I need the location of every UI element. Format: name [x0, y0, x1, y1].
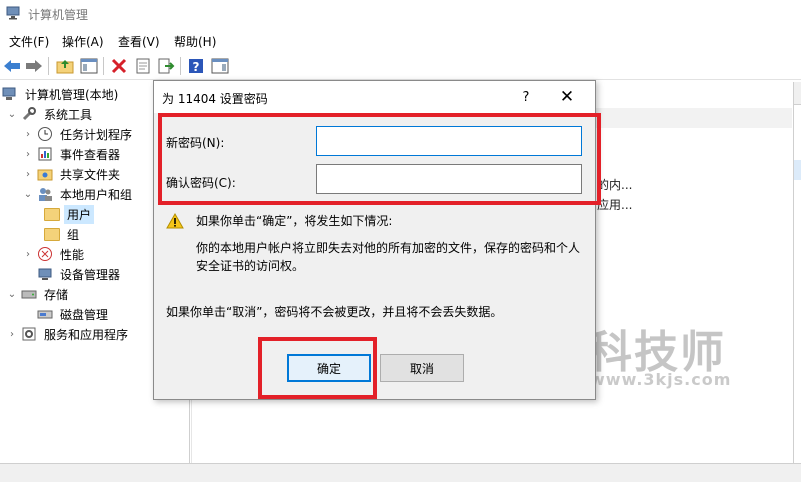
- cancel-button[interactable]: 取消: [380, 354, 464, 382]
- computer-management-app-icon: [6, 6, 22, 20]
- cancel-note: 如果你单击“取消”，密码将不会被更改，并且将不会丢失数据。: [166, 305, 503, 319]
- ok-button[interactable]: 确定: [287, 354, 371, 382]
- list-cell-fragment: 的内...: [597, 178, 633, 192]
- event-viewer-icon: [37, 146, 53, 162]
- tree-item-label: 磁盘管理: [60, 307, 109, 322]
- up-folder-icon[interactable]: [55, 56, 75, 76]
- disk-management-icon: [37, 306, 53, 322]
- device-manager-icon: [37, 266, 53, 282]
- confirm-password-label: 确认密码(C):: [166, 176, 236, 190]
- tree-item-label: 事件查看器: [60, 147, 121, 162]
- actions-pane-selected-row[interactable]: [794, 160, 801, 180]
- tree-item-label: 本地用户和组: [60, 187, 133, 202]
- dialog-help-button[interactable]: ?: [512, 85, 540, 109]
- set-password-dialog: 为 11404 设置密码 ? ✕ 新密码(N): 确认密码(C): 如果你单击“…: [153, 80, 596, 400]
- tree-item-label: 服务和应用程序: [44, 327, 129, 342]
- folder-icon: [44, 206, 60, 222]
- menu-action[interactable]: 操作(A): [62, 33, 104, 50]
- tools-icon: [21, 106, 37, 122]
- back-arrow-icon[interactable]: [2, 56, 22, 76]
- help-icon[interactable]: ?: [186, 56, 206, 76]
- toolbar: ?: [0, 53, 801, 80]
- menu-file[interactable]: 文件(F): [9, 33, 49, 50]
- tree-item-performance[interactable]: › 性能: [22, 244, 87, 264]
- toolbar-separator: [180, 57, 181, 75]
- new-password-label: 新密码(N):: [166, 136, 225, 150]
- actions-pane-header: [794, 82, 801, 105]
- tree-item-label: 组: [67, 227, 80, 242]
- chevron-down-icon[interactable]: ⌄: [22, 189, 34, 200]
- chevron-right-icon[interactable]: ›: [22, 169, 34, 180]
- confirm-password-field[interactable]: [316, 164, 582, 194]
- new-password-field[interactable]: [316, 126, 582, 156]
- tree-item-groups[interactable]: 组: [44, 224, 82, 244]
- menubar: 文件(F) 操作(A) 查看(V) 帮助(H): [0, 30, 801, 52]
- watermark-url: www.3kjs.com: [590, 370, 732, 389]
- chevron-right-icon[interactable]: ›: [6, 329, 18, 340]
- warning-icon: [166, 212, 184, 229]
- menu-help[interactable]: 帮助(H): [174, 33, 216, 50]
- tree-item-label: 系统工具: [44, 107, 93, 122]
- list-cell-fragment: 应用...: [597, 198, 633, 212]
- tree-item-shared-folders[interactable]: › 共享文件夹: [22, 164, 123, 184]
- window-title: 计算机管理: [28, 8, 89, 22]
- tree-item-services-applications[interactable]: › 服务和应用程序: [6, 324, 131, 344]
- window-titlebar: 计算机管理: [0, 0, 801, 28]
- tree-item-disk-management[interactable]: 磁盘管理: [37, 304, 111, 324]
- dialog-titlebar: 为 11404 设置密码 ? ✕: [154, 81, 595, 113]
- tree-item-storage[interactable]: ⌄ 存储: [6, 284, 71, 304]
- storage-icon: [21, 286, 37, 302]
- status-bar: [0, 463, 801, 482]
- tree-item-label: 任务计划程序: [60, 127, 133, 142]
- tree-item-local-users-groups[interactable]: ⌄ 本地用户和组: [22, 184, 135, 204]
- warning-detail-line2: 安全证书的访问权。: [196, 259, 305, 273]
- tree-item-system-tools[interactable]: ⌄ 系统工具: [6, 104, 95, 124]
- toolbar-separator: [103, 57, 104, 75]
- dialog-close-button[interactable]: ✕: [550, 85, 584, 109]
- menu-view[interactable]: 查看(V): [118, 33, 160, 50]
- toolbar-separator: [48, 57, 49, 75]
- forward-arrow-icon[interactable]: [24, 56, 44, 76]
- chevron-down-icon[interactable]: ⌄: [6, 109, 18, 120]
- svg-text:?: ?: [193, 60, 200, 74]
- tree-item-device-manager[interactable]: 设备管理器: [37, 264, 123, 284]
- shared-folder-icon: [37, 166, 53, 182]
- tree-item-label: 性能: [60, 247, 85, 262]
- services-icon: [21, 326, 37, 342]
- performance-icon: [37, 246, 53, 262]
- dialog-title: 为 11404 设置密码: [162, 92, 268, 106]
- tree-item-users[interactable]: 用户: [44, 204, 95, 224]
- export-list-icon[interactable]: [156, 56, 176, 76]
- properties-icon[interactable]: [133, 56, 153, 76]
- folder-icon: [44, 226, 60, 242]
- warning-line: 如果你单击“确定”，将发生如下情况:: [196, 214, 393, 228]
- tree-item-event-viewer[interactable]: › 事件查看器: [22, 144, 123, 164]
- show-action-pane-icon[interactable]: [210, 56, 230, 76]
- tree-item-label: 共享文件夹: [60, 167, 121, 182]
- list-header: [592, 108, 792, 128]
- tree-item-task-scheduler[interactable]: › 任务计划程序: [22, 124, 135, 144]
- warning-detail-line1: 你的本地用户帐户将立即失去对他的所有加密的文件，保存的密码和个人: [196, 241, 581, 255]
- chevron-right-icon[interactable]: ›: [22, 129, 34, 140]
- actions-pane: [793, 82, 801, 463]
- tree-item-computer-management[interactable]: 计算机管理(本地): [2, 84, 121, 104]
- users-icon: [37, 186, 53, 202]
- chevron-right-icon[interactable]: ›: [22, 149, 34, 160]
- show-hide-tree-icon[interactable]: [79, 56, 99, 76]
- computer-management-icon: [2, 86, 18, 102]
- clock-icon: [37, 126, 53, 142]
- chevron-right-icon[interactable]: ›: [22, 249, 34, 260]
- tree-item-label: 用户: [64, 204, 95, 224]
- tree-item-label: 计算机管理(本地): [25, 87, 119, 102]
- delete-icon[interactable]: [109, 56, 129, 76]
- tree-item-label: 设备管理器: [60, 267, 121, 282]
- tree-item-label: 存储: [44, 287, 69, 302]
- chevron-down-icon[interactable]: ⌄: [6, 289, 18, 300]
